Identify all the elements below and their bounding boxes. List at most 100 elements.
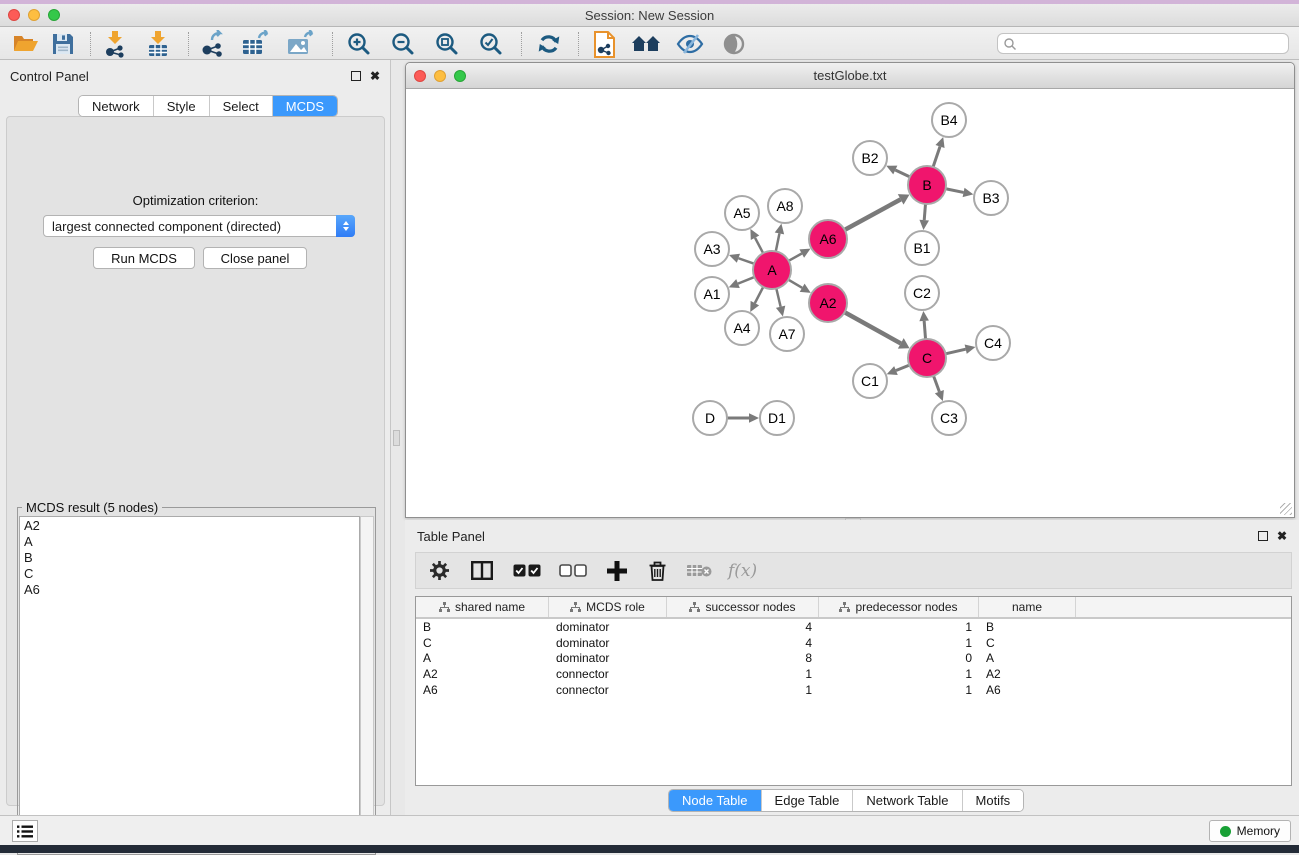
column-header-name[interactable]: name xyxy=(979,597,1076,617)
column-header-MCDS-role[interactable]: MCDS role xyxy=(549,597,667,617)
edge-A-A1[interactable] xyxy=(738,277,754,284)
float-panel-icon[interactable] xyxy=(351,71,361,81)
edge-B-B1[interactable] xyxy=(924,204,925,220)
table-cell[interactable]: A6 xyxy=(979,682,1076,698)
column-header-successor-nodes[interactable]: successor nodes xyxy=(667,597,819,617)
tab-select[interactable]: Select xyxy=(210,96,273,116)
close-panel-button[interactable]: Close panel xyxy=(203,247,307,269)
open-session-icon[interactable] xyxy=(10,30,40,58)
table-cell[interactable]: 1 xyxy=(667,682,819,698)
edge-A-A5[interactable] xyxy=(755,238,763,253)
import-network-icon[interactable] xyxy=(100,30,130,58)
tab-node-table[interactable]: Node Table xyxy=(669,790,762,811)
network-from-selection-icon[interactable] xyxy=(589,30,619,58)
run-mcds-button[interactable]: Run MCDS xyxy=(93,247,195,269)
zoom-out-icon[interactable] xyxy=(388,30,418,58)
edge-A-A4[interactable] xyxy=(755,287,763,303)
network-window-titlebar[interactable]: testGlobe.txt xyxy=(406,63,1294,89)
hide-graphics-details-icon[interactable] xyxy=(675,30,705,58)
table-cell[interactable]: 1 xyxy=(819,635,979,651)
table-cell[interactable]: A2 xyxy=(416,666,549,682)
tab-style[interactable]: Style xyxy=(154,96,210,116)
add-column-icon[interactable] xyxy=(607,561,627,581)
select-all-icon[interactable] xyxy=(513,564,541,577)
table-cell[interactable]: connector xyxy=(549,682,667,698)
edge-A2-C[interactable] xyxy=(845,312,901,343)
table-close-panel-icon[interactable]: ✖ xyxy=(1277,530,1287,542)
tab-motifs[interactable]: Motifs xyxy=(963,790,1024,811)
memory-button[interactable]: Memory xyxy=(1209,820,1291,842)
edge-B-B2[interactable] xyxy=(895,170,910,177)
edge-A-A7[interactable] xyxy=(776,288,780,306)
column-header-shared-name[interactable]: shared name xyxy=(416,597,549,617)
zoom-selected-icon[interactable] xyxy=(476,30,506,58)
table-cell[interactable]: 4 xyxy=(667,635,819,651)
mcds-result-item[interactable]: B xyxy=(20,549,359,565)
mcds-result-item[interactable]: A xyxy=(20,533,359,549)
save-session-icon[interactable] xyxy=(48,30,78,58)
edge-B-B4[interactable] xyxy=(933,147,940,167)
delete-table-icon[interactable] xyxy=(686,563,712,578)
edge-C-C1[interactable] xyxy=(896,365,909,370)
network-canvas-area[interactable]: AA1A2A3A4A5A6A7A8BB1B2B3B4CC1C2C3C4DD1 xyxy=(407,90,1293,517)
table-cell[interactable]: 1 xyxy=(667,666,819,682)
edge-A-A6[interactable] xyxy=(789,254,802,261)
zoom-in-icon[interactable] xyxy=(344,30,374,58)
table-cell[interactable]: C xyxy=(979,635,1076,651)
mcds-result-item[interactable]: A2 xyxy=(20,517,359,533)
tab-mcds[interactable]: MCDS xyxy=(273,96,337,116)
criterion-dropdown[interactable]: largest connected component (directed) xyxy=(43,215,355,237)
split-columns-icon[interactable] xyxy=(471,561,493,580)
mcds-result-item[interactable]: C xyxy=(20,565,359,581)
vertical-splitter-handle[interactable] xyxy=(393,430,400,446)
table-row[interactable]: A6connector11A6 xyxy=(416,682,1291,698)
table-cell[interactable]: 4 xyxy=(667,619,819,635)
edge-C-C2[interactable] xyxy=(924,321,925,339)
export-table-icon[interactable] xyxy=(241,30,271,58)
table-row[interactable]: Cdominator41C xyxy=(416,635,1291,651)
mcds-result-scrollbar[interactable] xyxy=(360,516,374,846)
export-image-icon[interactable] xyxy=(286,30,316,58)
edge-A-A3[interactable] xyxy=(738,258,754,263)
table-cell[interactable]: 0 xyxy=(819,650,979,666)
table-cell[interactable]: B xyxy=(979,619,1076,635)
tab-edge-table[interactable]: Edge Table xyxy=(762,790,854,811)
edge-A-A2[interactable] xyxy=(788,280,802,288)
import-table-icon[interactable] xyxy=(143,30,173,58)
tab-network-table[interactable]: Network Table xyxy=(853,790,962,811)
table-cell[interactable]: dominator xyxy=(549,650,667,666)
table-cell[interactable]: B xyxy=(416,619,549,635)
table-cell[interactable]: dominator xyxy=(549,635,667,651)
table-cell[interactable]: 1 xyxy=(819,666,979,682)
deselect-all-icon[interactable] xyxy=(559,564,587,577)
zoom-fit-icon[interactable] xyxy=(432,30,462,58)
export-network-icon[interactable] xyxy=(198,30,228,58)
table-row[interactable]: Adominator80A xyxy=(416,650,1291,666)
delete-icon[interactable] xyxy=(649,561,666,581)
edge-A6-B[interactable] xyxy=(845,199,901,230)
table-row[interactable]: A2connector11A2 xyxy=(416,666,1291,682)
table-cell[interactable]: 1 xyxy=(819,619,979,635)
show-graphics-details-icon[interactable] xyxy=(719,30,749,58)
tab-network[interactable]: Network xyxy=(79,96,154,116)
table-cell[interactable]: A xyxy=(979,650,1076,666)
table-float-panel-icon[interactable] xyxy=(1258,531,1268,541)
column-header-predecessor-nodes[interactable]: predecessor nodes xyxy=(819,597,979,617)
function-builder-icon[interactable]: f(x) xyxy=(728,561,757,581)
edge-A-A8[interactable] xyxy=(776,233,780,251)
table-cell[interactable]: A6 xyxy=(416,682,549,698)
table-cell[interactable]: 1 xyxy=(819,682,979,698)
mcds-result-item[interactable]: A6 xyxy=(20,581,359,597)
close-panel-icon[interactable]: ✖ xyxy=(370,70,380,82)
table-cell[interactable]: A2 xyxy=(979,666,1076,682)
edge-C-C3[interactable] xyxy=(934,376,940,392)
table-row[interactable]: Bdominator41B xyxy=(416,619,1291,635)
window-resize-grip[interactable] xyxy=(1280,503,1292,515)
search-input[interactable] xyxy=(1017,37,1267,51)
edge-B-B3[interactable] xyxy=(946,189,964,193)
refresh-layout-icon[interactable] xyxy=(534,30,564,58)
search-field[interactable] xyxy=(997,33,1289,54)
table-cell[interactable]: 8 xyxy=(667,650,819,666)
first-neighbors-icon[interactable] xyxy=(631,30,661,58)
table-cell[interactable]: dominator xyxy=(549,619,667,635)
